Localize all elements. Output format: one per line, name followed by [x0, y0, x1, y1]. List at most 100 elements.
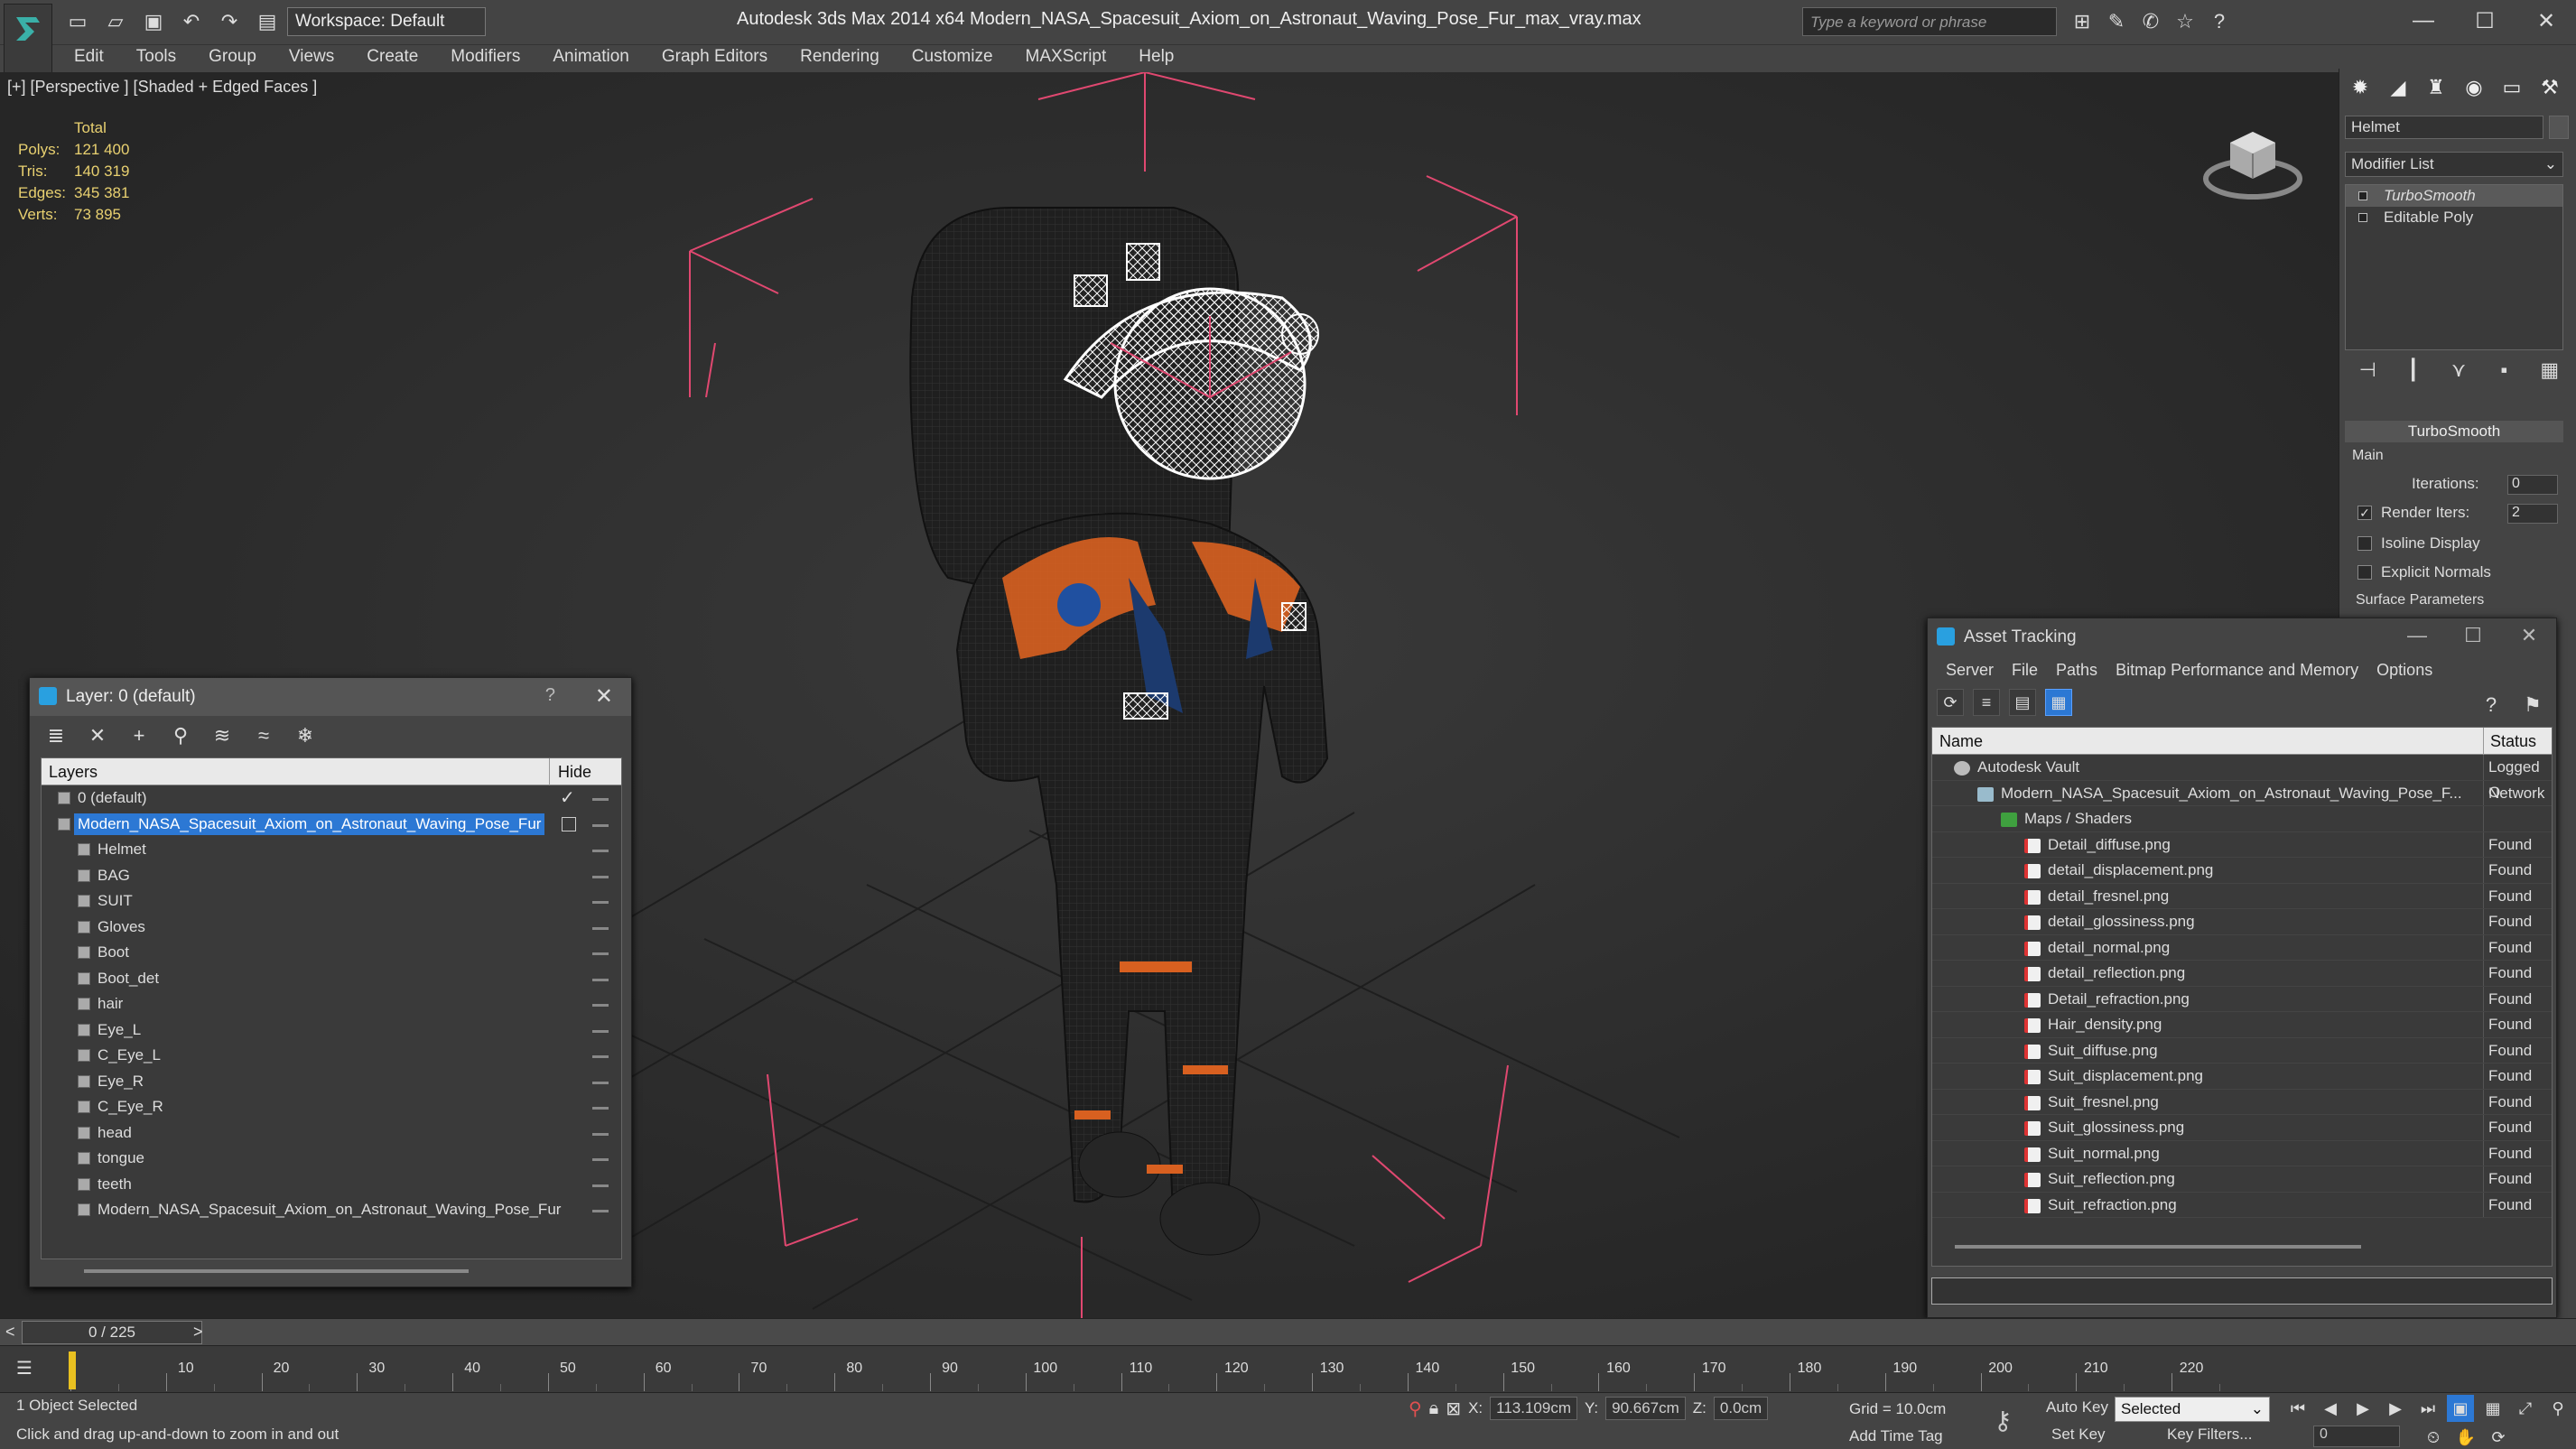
current-frame-field[interactable]: 0 — [2313, 1426, 2400, 1447]
col-layers-header[interactable]: Layers — [49, 763, 98, 782]
layer-row[interactable]: hair — [42, 991, 621, 1017]
asset-row[interactable]: Suit_diffuse.png Found — [1932, 1037, 2552, 1064]
new-file-icon[interactable]: ▭ — [63, 7, 92, 36]
utilities-tab-icon[interactable]: ⚒ — [2533, 72, 2567, 103]
asset-row[interactable]: Modern_NASA_Spacesuit_Axiom_on_Astronaut… — [1932, 780, 2552, 806]
asset-row[interactable]: Suit_displacement.png Found — [1932, 1064, 2552, 1090]
layer-row[interactable]: C_Eye_L — [42, 1043, 621, 1069]
table-view-icon[interactable]: ▦ — [2045, 689, 2072, 716]
new-layer-icon[interactable]: ≣ — [42, 722, 70, 749]
hide-toggle[interactable] — [592, 1210, 609, 1212]
menu-edit[interactable]: Edit — [58, 45, 120, 69]
asset-row[interactable]: Suit_normal.png Found — [1932, 1140, 2552, 1166]
lightbulb-icon[interactable] — [2358, 213, 2367, 222]
go-to-start-icon[interactable]: ⏮ — [2284, 1395, 2311, 1422]
render-iters-checkbox[interactable]: ✓ — [2357, 506, 2372, 520]
add-to-layer-icon[interactable]: + — [126, 722, 153, 749]
maximize-icon[interactable]: ☐ — [2455, 624, 2491, 647]
asset-menu-options[interactable]: Options — [2367, 661, 2441, 680]
asset-row[interactable]: Hair_density.png Found — [1932, 1012, 2552, 1038]
zoom-all-icon[interactable]: ▦ — [2479, 1395, 2506, 1422]
asset-row[interactable]: detail_displacement.png Found — [1932, 858, 2552, 884]
modifier-editable-poly[interactable]: Editable Poly — [2346, 207, 2562, 228]
go-to-end-icon[interactable]: ⏭ — [2414, 1395, 2441, 1422]
frame-ruler[interactable]: 10 20 30 40 50 60 70 80 90 100 110 120 130 140 150 160 1… — [70, 1346, 2255, 1393]
hide-toggle[interactable] — [592, 926, 609, 930]
asset-row[interactable]: detail_reflection.png Found — [1932, 961, 2552, 987]
help-button[interactable]: ? — [545, 685, 555, 706]
asset-dialog-title-bar[interactable]: Asset Tracking — ☐ ✕ — [1928, 618, 2556, 656]
time-slider-thumb[interactable]: 0 / 225 — [22, 1321, 202, 1344]
current-frame-marker[interactable] — [69, 1351, 76, 1389]
time-config-icon[interactable]: ⏲ — [2420, 1424, 2447, 1449]
add-time-tag-button[interactable]: Add Time Tag — [1849, 1427, 1943, 1445]
binoculars-icon[interactable]: ⊞ — [2068, 7, 2097, 36]
make-unique-icon[interactable]: ⋎ — [2445, 356, 2472, 385]
menu-group[interactable]: Group — [192, 45, 273, 69]
asset-path-field[interactable] — [1931, 1277, 2553, 1305]
hide-toggle[interactable] — [592, 875, 609, 878]
create-tab-icon[interactable]: ✹ — [2343, 72, 2377, 103]
menu-rendering[interactable]: Rendering — [784, 45, 896, 69]
asset-menu-paths[interactable]: Paths — [2047, 661, 2106, 680]
hide-toggle[interactable] — [592, 1004, 609, 1007]
project-folder-icon[interactable]: ▤ — [253, 7, 282, 36]
layer-row[interactable]: SUIT — [42, 888, 621, 915]
pin-icon[interactable]: ⚑ — [2518, 691, 2547, 720]
object-color-swatch[interactable] — [2549, 116, 2569, 139]
display-tab-icon[interactable]: ▭ — [2495, 72, 2529, 103]
delete-layer-icon[interactable]: ✕ — [84, 722, 111, 749]
asset-list[interactable]: Name Status Autodesk Vault Logged O Modern… — [1931, 727, 2553, 1267]
redo-icon[interactable]: ↷ — [215, 7, 244, 36]
maximize-viewport-icon[interactable]: ⤢ — [2512, 1395, 2539, 1422]
hide-toggle[interactable] — [592, 823, 609, 827]
layer-row[interactable]: BAG — [42, 863, 621, 889]
menu-tools[interactable]: Tools — [120, 45, 192, 69]
time-slider-next-arrow[interactable]: > — [193, 1323, 203, 1342]
mini-curve-editor-icon[interactable]: ☰ — [16, 1357, 42, 1380]
menu-customize[interactable]: Customize — [896, 45, 1009, 69]
asset-row[interactable]: Suit_glossiness.png Found — [1932, 1115, 2552, 1141]
asset-row[interactable]: Autodesk Vault Logged O — [1932, 755, 2552, 801]
current-layer-check-icon[interactable]: ✓ — [560, 785, 575, 811]
object-name-field[interactable]: Helmet — [2345, 116, 2543, 139]
track-bar[interactable]: ☰ 10 20 30 40 50 60 70 80 90 100 110 120 130 140 150 16… — [0, 1345, 2576, 1392]
modifier-turbosmooth[interactable]: TurboSmooth — [2346, 185, 2562, 207]
col-hide-header[interactable]: Hide — [558, 763, 591, 782]
layer-row[interactable]: tongue — [42, 1146, 621, 1172]
menu-graph-editors[interactable]: Graph Editors — [646, 45, 784, 69]
hierarchy-tab-icon[interactable]: ♜ — [2419, 72, 2453, 103]
previous-frame-icon[interactable]: ◀︎ — [2317, 1395, 2344, 1422]
minimize-icon[interactable]: — — [2393, 0, 2454, 42]
col-status-header[interactable]: Status — [2490, 732, 2536, 751]
hide-toggle[interactable] — [592, 1107, 609, 1110]
next-frame-icon[interactable]: ▶︎ — [2382, 1395, 2409, 1422]
turbosmooth-rollout-header[interactable]: TurboSmooth — [2345, 421, 2563, 442]
isolate-icon[interactable]: ⚲ — [1409, 1398, 1422, 1420]
lightbulb-icon[interactable] — [2358, 191, 2367, 200]
time-slider[interactable]: < 0 / 225 > — [0, 1318, 2576, 1345]
layer-row[interactable]: head — [42, 1120, 621, 1147]
pin-stack-icon[interactable]: ⊣ — [2354, 356, 2381, 385]
maximize-icon[interactable]: ☐ — [2454, 0, 2516, 42]
selection-lock-icon[interactable]: 🔒︎ — [1429, 1398, 1439, 1419]
time-slider-prev-arrow[interactable]: < — [5, 1323, 15, 1342]
help-icon[interactable]: ? — [2205, 7, 2234, 36]
menu-maxscript[interactable]: MAXScript — [1009, 45, 1123, 69]
asset-row[interactable]: Suit_refraction.png Found — [1932, 1192, 2552, 1218]
current-layer-checkbox[interactable] — [562, 816, 576, 831]
hide-toggle[interactable] — [592, 978, 609, 981]
hide-toggle[interactable] — [592, 952, 609, 955]
asset-row[interactable]: Suit_fresnel.png Found — [1932, 1089, 2552, 1115]
menu-help[interactable]: Help — [1122, 45, 1190, 69]
layer-row[interactable]: Modern_NASA_Spacesuit_Axiom_on_Astronaut… — [42, 1197, 621, 1223]
communication-icon[interactable]: ✆ — [2136, 7, 2165, 36]
hide-toggle[interactable] — [592, 1055, 609, 1058]
close-icon[interactable]: ✕ — [595, 683, 613, 710]
menu-create[interactable]: Create — [350, 45, 434, 69]
asset-menu-server[interactable]: Server — [1937, 661, 2003, 680]
layer-row[interactable]: Eye_R — [42, 1069, 621, 1095]
layer-row[interactable]: teeth — [42, 1172, 621, 1198]
remove-modifier-icon[interactable]: ▪ — [2490, 356, 2517, 385]
save-icon[interactable]: ▣ — [139, 7, 168, 36]
